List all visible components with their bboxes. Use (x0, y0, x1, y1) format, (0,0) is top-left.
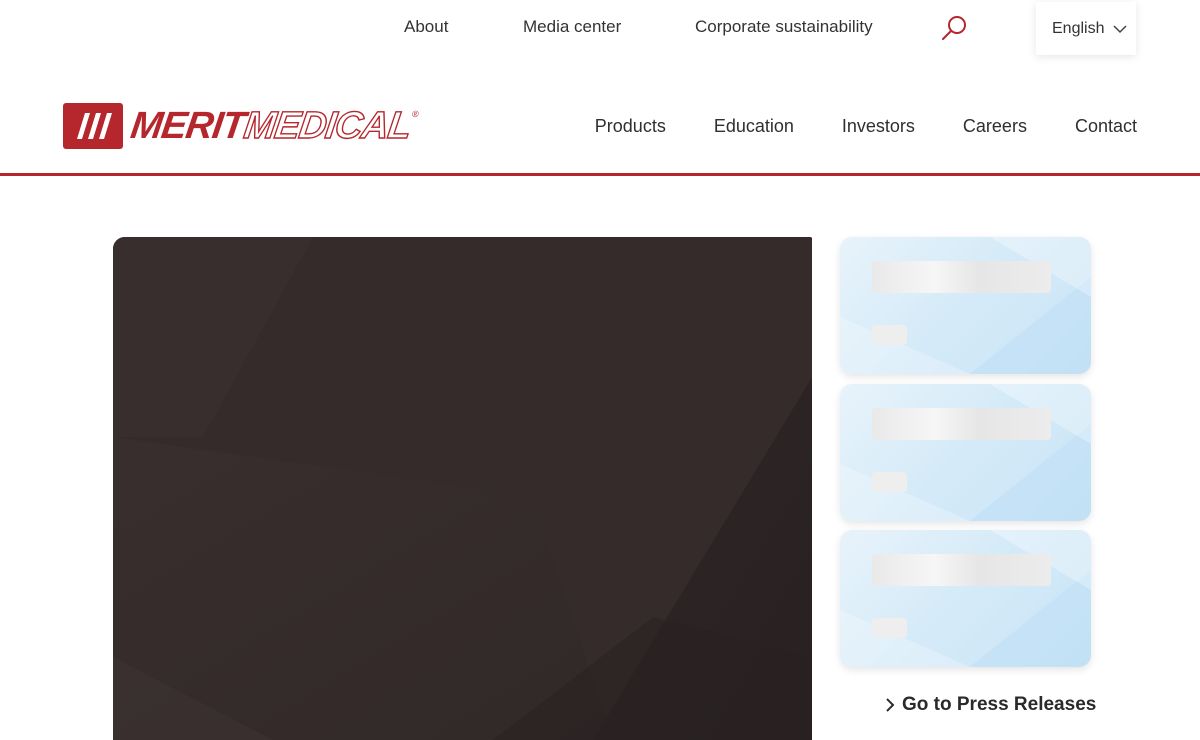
card-pattern (840, 237, 1091, 374)
card-title-placeholder (872, 554, 1051, 586)
about-link[interactable]: About (404, 17, 448, 37)
card-date-placeholder (872, 472, 907, 492)
language-selector[interactable]: English (1036, 2, 1136, 55)
nav-item-contact[interactable]: Contact (1075, 116, 1137, 137)
press-releases-label: Go to Press Releases (902, 694, 1097, 715)
chevron-right-icon (886, 698, 895, 712)
press-card[interactable] (840, 237, 1091, 374)
corporate-sustainability-link[interactable]: Corporate sustainability (695, 17, 873, 37)
logo-word-medical: MEDICAL (241, 104, 414, 147)
card-date-placeholder (872, 325, 907, 345)
chevron-down-icon (1113, 24, 1128, 33)
search-icon[interactable] (938, 12, 970, 44)
hero-image[interactable] (113, 237, 812, 740)
card-pattern (840, 384, 1091, 521)
hero-abstract-shapes (113, 237, 812, 740)
card-title-placeholder (872, 261, 1051, 293)
press-card[interactable] (840, 530, 1091, 667)
nav-item-products[interactable]: Products (595, 116, 666, 137)
language-label: English (1052, 19, 1105, 37)
nav-item-investors[interactable]: Investors (842, 116, 915, 137)
merit-medical-logo[interactable]: MERIT MEDICAL ® (63, 103, 419, 149)
nav-item-careers[interactable]: Careers (963, 116, 1027, 137)
utility-bar: About Media center Corporate sustainabil… (0, 0, 1200, 58)
nav-item-education[interactable]: Education (714, 116, 794, 137)
logo-mark-icon (63, 103, 123, 149)
card-pattern (840, 530, 1091, 667)
card-title-placeholder (872, 408, 1051, 440)
logo-wordmark: MERIT MEDICAL ® (128, 104, 419, 148)
press-card[interactable] (840, 384, 1091, 521)
card-date-placeholder (872, 618, 907, 638)
go-to-press-releases-link[interactable]: Go to Press Releases (884, 694, 1096, 716)
logo-word-merit: MERIT (128, 104, 248, 147)
main-nav: Products Education Investors Careers Con… (595, 116, 1137, 137)
media-center-link[interactable]: Media center (523, 17, 621, 37)
logo-registered-mark: ® (411, 108, 419, 119)
main-header: MERIT MEDICAL ® Products Education Inves… (0, 58, 1200, 176)
